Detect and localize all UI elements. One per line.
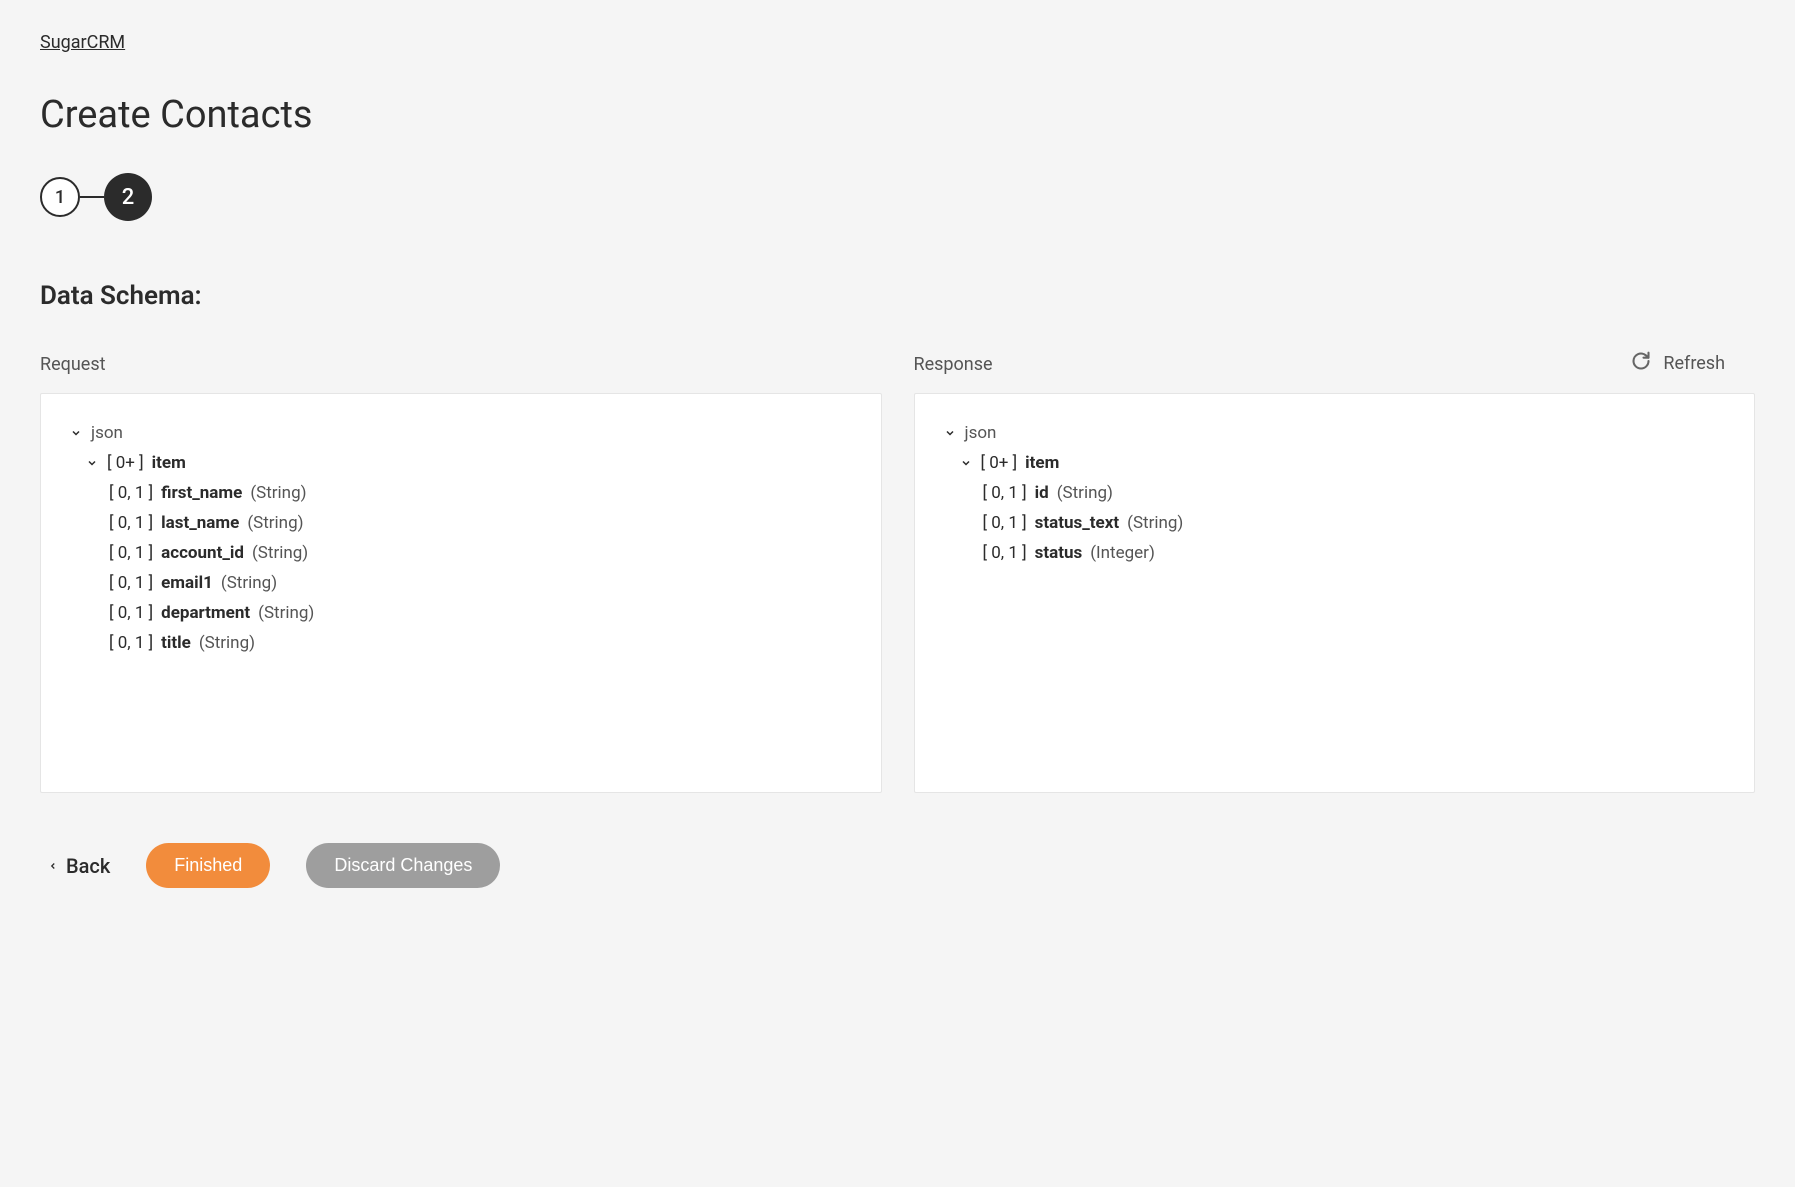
section-title: Data Schema: (40, 281, 1755, 311)
back-label: Back (66, 854, 110, 878)
request-item-node[interactable]: [ 0+ ] item (85, 448, 853, 478)
request-panel: json [ 0+ ] item [ 0, 1 ] first_name (St… (40, 393, 882, 793)
field-type: (String) (247, 513, 303, 533)
page-title: Create Contacts (40, 93, 1755, 137)
field-cardinality: [ 0, 1 ] (109, 633, 153, 653)
finished-button[interactable]: Finished (146, 843, 270, 888)
response-field-row[interactable]: [ 0, 1 ] status (Integer) (983, 538, 1727, 568)
discard-button[interactable]: Discard Changes (306, 843, 500, 888)
response-label: Response (914, 354, 1756, 375)
field-cardinality: [ 0, 1 ] (983, 513, 1027, 533)
field-cardinality: [ 0, 1 ] (109, 543, 153, 563)
field-name: title (161, 633, 191, 653)
chevron-down-icon[interactable] (69, 427, 83, 439)
field-name: id (1035, 483, 1049, 503)
stepper: 1 2 (40, 173, 1755, 221)
field-name: last_name (161, 513, 239, 533)
chevron-down-icon[interactable] (943, 427, 957, 439)
field-cardinality: [ 0, 1 ] (109, 573, 153, 593)
request-field-row[interactable]: [ 0, 1 ] title (String) (109, 628, 853, 658)
response-item-node[interactable]: [ 0+ ] item (959, 448, 1727, 478)
back-button[interactable]: Back (48, 854, 110, 878)
field-type: (String) (250, 483, 306, 503)
request-field-row[interactable]: [ 0, 1 ] department (String) (109, 598, 853, 628)
step-connector (80, 196, 104, 198)
request-field-row[interactable]: [ 0, 1 ] last_name (String) (109, 508, 853, 538)
field-name: email1 (161, 573, 213, 593)
field-cardinality: [ 0, 1 ] (109, 483, 153, 503)
request-root-label: json (91, 423, 123, 443)
field-type: (String) (221, 573, 277, 593)
request-column: Request json [ 0+ ] item [ 0, 1 ] first_… (40, 384, 882, 793)
field-name: first_name (161, 483, 242, 503)
field-type: (String) (199, 633, 255, 653)
response-field-row[interactable]: [ 0, 1 ] status_text (String) (983, 508, 1727, 538)
field-type: (String) (1057, 483, 1113, 503)
request-label: Request (40, 354, 882, 375)
field-cardinality: [ 0, 1 ] (983, 483, 1027, 503)
response-root-label: json (965, 423, 997, 443)
request-field-row[interactable]: [ 0, 1 ] account_id (String) (109, 538, 853, 568)
step-2[interactable]: 2 (104, 173, 152, 221)
field-cardinality: [ 0, 1 ] (109, 603, 153, 623)
field-name: status_text (1035, 513, 1120, 533)
request-item-cardinality: [ 0+ ] (107, 453, 144, 473)
request-root-node[interactable]: json (69, 418, 853, 448)
field-type: (String) (1127, 513, 1183, 533)
field-type: (String) (258, 603, 314, 623)
chevron-left-icon (48, 854, 58, 878)
request-field-row[interactable]: [ 0, 1 ] first_name (String) (109, 478, 853, 508)
chevron-down-icon[interactable] (959, 457, 973, 469)
field-name: account_id (161, 543, 244, 563)
response-root-node[interactable]: json (943, 418, 1727, 448)
response-column: Response json [ 0+ ] item [ 0, 1 ] id (S… (914, 384, 1756, 793)
field-cardinality: [ 0, 1 ] (109, 513, 153, 533)
field-name: department (161, 603, 250, 623)
field-type: (String) (252, 543, 308, 563)
response-item-name: item (1025, 453, 1059, 473)
step-1[interactable]: 1 (40, 177, 80, 217)
chevron-down-icon[interactable] (85, 457, 99, 469)
response-item-cardinality: [ 0+ ] (981, 453, 1018, 473)
response-panel: json [ 0+ ] item [ 0, 1 ] id (String)[ 0… (914, 393, 1756, 793)
footer-actions: Back Finished Discard Changes (40, 843, 1755, 888)
request-field-row[interactable]: [ 0, 1 ] email1 (String) (109, 568, 853, 598)
request-item-name: item (152, 453, 186, 473)
field-type: (Integer) (1090, 543, 1155, 563)
field-cardinality: [ 0, 1 ] (983, 543, 1027, 563)
field-name: status (1035, 543, 1083, 563)
response-field-row[interactable]: [ 0, 1 ] id (String) (983, 478, 1727, 508)
breadcrumb-link[interactable]: SugarCRM (40, 32, 125, 53)
